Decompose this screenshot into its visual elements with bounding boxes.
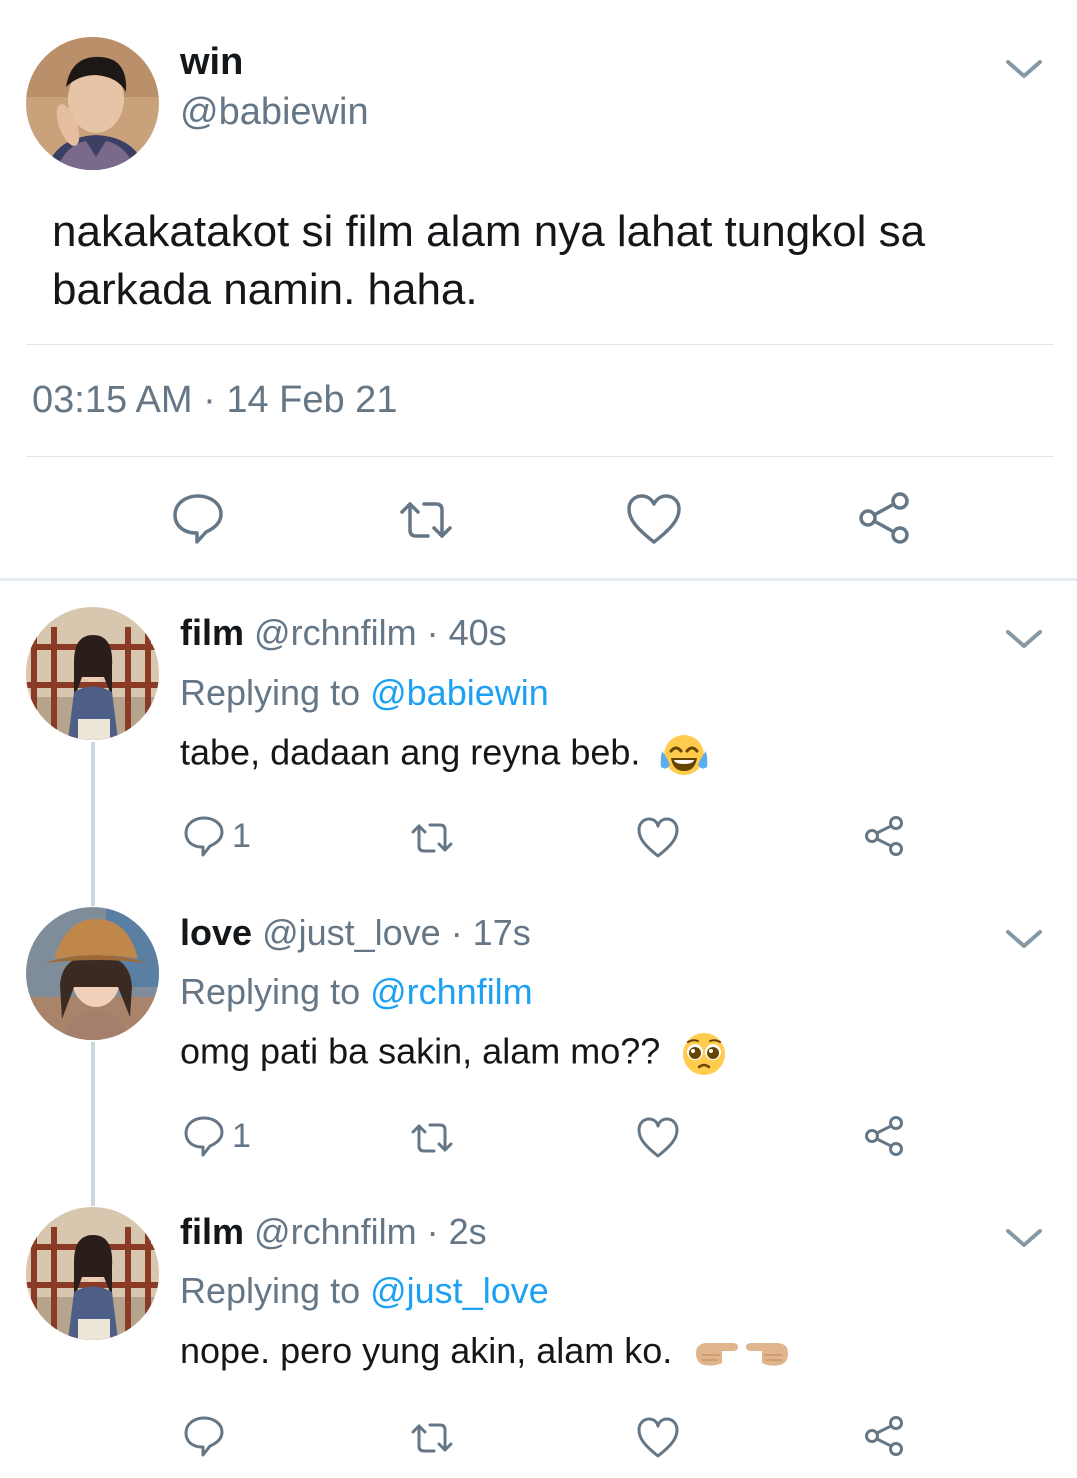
reply-author-name[interactable]: film (180, 612, 244, 653)
pleading-face-emoji-icon (683, 1033, 726, 1075)
reply-header: film @rchnfilm · 2s (180, 1211, 487, 1253)
replying-to-mention[interactable]: @just_love (370, 1270, 549, 1311)
reply-text-line: omg pati ba sakin, alam mo?? (180, 1030, 728, 1078)
reply-icon[interactable] (182, 1414, 226, 1458)
tears-of-joy-emoji-icon (661, 735, 708, 775)
reply-handle-time[interactable]: @just_love · 17s (262, 912, 531, 953)
retweet-icon[interactable] (410, 816, 454, 860)
like-icon[interactable] (636, 1416, 680, 1460)
reply-text-line: tabe, dadaan ang reyna beb. (180, 731, 708, 779)
reply-author-name[interactable]: love (180, 912, 252, 953)
replying-to-line: Replying to @rchnfilm (180, 971, 533, 1013)
chevron-down-icon[interactable] (1004, 58, 1044, 82)
retweet-icon[interactable] (410, 1416, 454, 1460)
reply-text: omg pati ba sakin, alam mo?? (180, 1030, 661, 1072)
share-icon[interactable] (862, 1114, 906, 1158)
reply-header: film @rchnfilm · 40s (180, 612, 507, 654)
author-handle[interactable]: @babiewin (180, 90, 369, 134)
replying-to-line: Replying to @babiewin (180, 672, 549, 714)
reply-avatar[interactable] (26, 607, 159, 740)
thread-line (91, 742, 95, 906)
reply-header: love @just_love · 17s (180, 912, 531, 954)
share-icon[interactable] (862, 814, 906, 858)
divider (26, 344, 1054, 345)
divider (26, 456, 1054, 457)
like-icon[interactable] (636, 1116, 680, 1160)
tweet-text: nakakatakot si film alam nya lahat tungk… (52, 207, 926, 314)
reply-icon[interactable] (182, 1114, 226, 1158)
thread-line (91, 1042, 95, 1206)
retweet-icon[interactable] (410, 1116, 454, 1160)
reply-avatar[interactable] (26, 1207, 159, 1340)
replying-to-mention[interactable]: @babiewin (370, 672, 549, 713)
chevron-down-icon[interactable] (1004, 628, 1044, 652)
replying-to-label: Replying to (180, 1270, 371, 1311)
chevron-down-icon[interactable] (1004, 928, 1044, 952)
share-icon[interactable] (856, 490, 912, 546)
chevron-down-icon[interactable] (1004, 1227, 1044, 1251)
reply-count: 1 (232, 1117, 251, 1155)
replying-to-label: Replying to (180, 672, 371, 713)
replying-to-mention[interactable]: @rchnfilm (370, 971, 533, 1012)
author-name[interactable]: win (180, 40, 243, 84)
like-icon[interactable] (626, 492, 682, 548)
reply-icon[interactable] (170, 490, 226, 546)
reply-text: tabe, dadaan ang reyna beb. (180, 731, 641, 773)
replying-to-line: Replying to @just_love (180, 1270, 549, 1312)
reply-text-line: nope. pero yung akin, alam ko. (180, 1330, 792, 1373)
replying-to-label: Replying to (180, 971, 371, 1012)
reply-count: 1 (232, 817, 251, 855)
author-avatar[interactable] (26, 37, 159, 170)
reply-handle-time[interactable]: @rchnfilm · 40s (254, 612, 507, 653)
retweet-icon[interactable] (398, 492, 454, 548)
pointing-fingers-emoji-icon (696, 1343, 789, 1367)
reply-text: nope. pero yung akin, alam ko. (180, 1330, 673, 1371)
like-icon[interactable] (636, 816, 680, 860)
reply-handle-time[interactable]: @rchnfilm · 2s (254, 1211, 487, 1252)
reply-avatar[interactable] (26, 907, 159, 1040)
share-icon[interactable] (862, 1414, 906, 1458)
section-separator (0, 578, 1077, 581)
reply-author-name[interactable]: film (180, 1211, 244, 1252)
tweet-timestamp[interactable]: 03:15 AM · 14 Feb 21 (32, 377, 397, 423)
reply-icon[interactable] (182, 814, 226, 858)
